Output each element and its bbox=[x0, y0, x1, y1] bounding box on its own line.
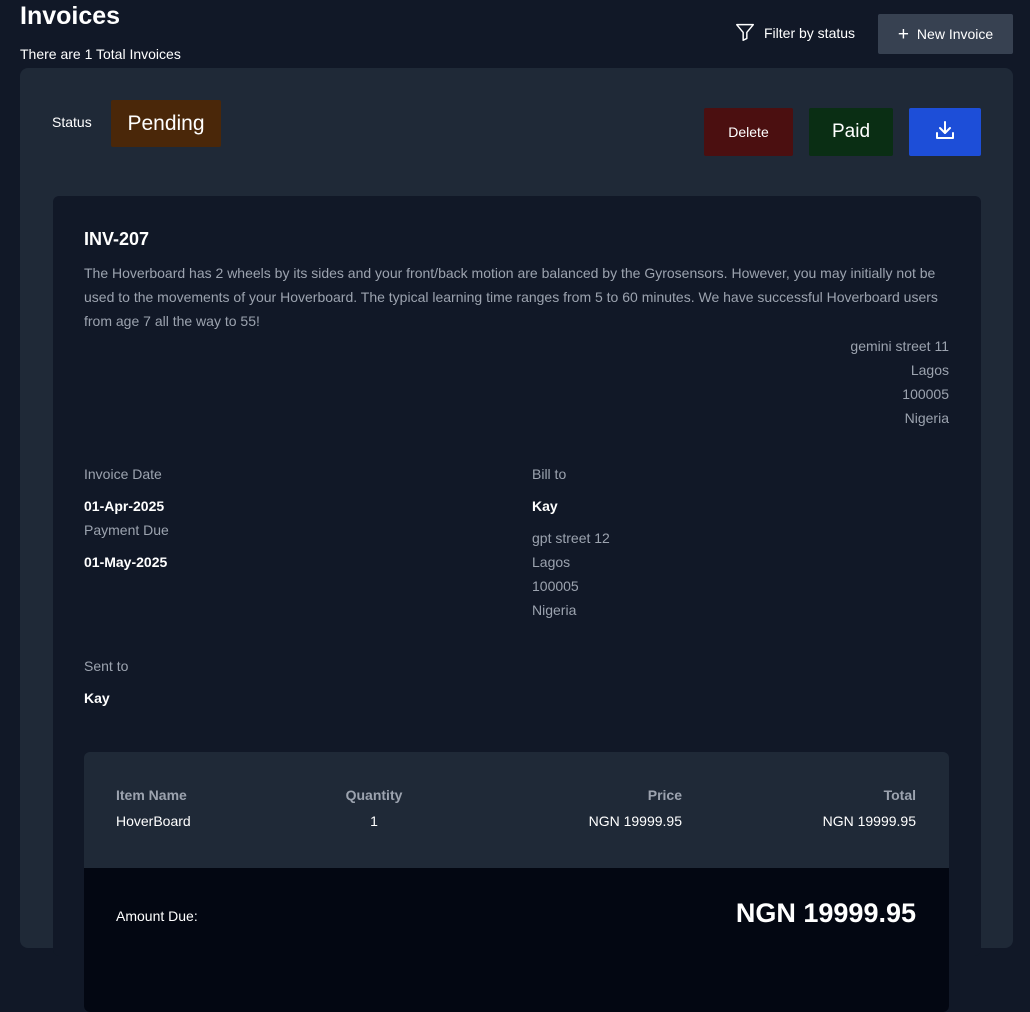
filter-by-status-button[interactable]: Filter by status bbox=[734, 20, 855, 46]
delete-button[interactable]: Delete bbox=[704, 108, 793, 156]
header-quantity: Quantity bbox=[345, 787, 403, 803]
sender-city: Lagos bbox=[910, 362, 949, 378]
amount-due-label: Amount Due: bbox=[116, 908, 198, 924]
invoice-date-label: Invoice Date bbox=[84, 466, 162, 482]
sender-postcode: 100005 bbox=[902, 386, 949, 402]
sender-street: gemini street 11 bbox=[850, 338, 949, 354]
bill-to-street: gpt street 12 bbox=[532, 530, 610, 546]
page-title: Invoices bbox=[20, 2, 121, 30]
header-total: Total bbox=[883, 787, 916, 803]
amount-due-value: NGN 19999.95 bbox=[735, 898, 916, 928]
item-total: NGN 19999.95 bbox=[822, 813, 916, 829]
status-label: Status bbox=[52, 114, 92, 130]
payment-due-label: Payment Due bbox=[84, 522, 169, 538]
item-price: NGN 19999.95 bbox=[588, 813, 682, 829]
sent-to: Kay bbox=[84, 690, 110, 706]
invoice-detail-card: Status Pending Delete Paid INV-207 The H… bbox=[20, 68, 1013, 1012]
header-item-name: Item Name bbox=[116, 787, 187, 803]
mark-paid-button[interactable]: Paid bbox=[809, 108, 893, 156]
status-badge: Pending bbox=[111, 100, 221, 147]
filter-icon bbox=[734, 21, 756, 46]
plus-icon: + bbox=[897, 23, 909, 45]
bill-to-country: Nigeria bbox=[532, 602, 577, 618]
invoice-description: The Hoverboard has 2 wheels by its sides… bbox=[84, 265, 938, 329]
bill-to-postcode: 100005 bbox=[532, 578, 579, 594]
amount-due-bar: Amount Due: NGN 19999.95 bbox=[84, 868, 949, 1012]
filter-label: Filter by status bbox=[764, 25, 856, 41]
item-name: HoverBoard bbox=[116, 813, 191, 829]
invoice-date: 01-Apr-2025 bbox=[84, 498, 165, 514]
invoice-count: There are 1 Total Invoices bbox=[20, 46, 181, 62]
new-invoice-label: New Invoice bbox=[916, 26, 994, 42]
item-quantity: 1 bbox=[370, 813, 378, 829]
download-icon bbox=[933, 118, 957, 147]
payment-due: 01-May-2025 bbox=[84, 554, 168, 570]
bill-to-city: Lagos bbox=[532, 554, 571, 570]
new-invoice-button[interactable]: + New Invoice bbox=[878, 14, 1013, 54]
invoice-id: INV-207 bbox=[84, 229, 150, 249]
bill-to-address: gpt street 12 Lagos 100005 Nigeria bbox=[532, 526, 610, 622]
bill-to-name: Kay bbox=[532, 498, 558, 514]
sender-address: gemini street 11 Lagos 100005 Nigeria bbox=[850, 334, 949, 430]
items-table: Item Name Quantity Price Total HoverBoar… bbox=[84, 752, 949, 1012]
bill-to-label: Bill to bbox=[532, 466, 567, 482]
download-button[interactable] bbox=[909, 108, 981, 156]
invoice-body: INV-207 The Hoverboard has 2 wheels by i… bbox=[53, 196, 981, 1012]
sender-country: Nigeria bbox=[904, 410, 949, 426]
sent-to-label: Sent to bbox=[84, 658, 129, 674]
header-price: Price bbox=[647, 787, 682, 803]
